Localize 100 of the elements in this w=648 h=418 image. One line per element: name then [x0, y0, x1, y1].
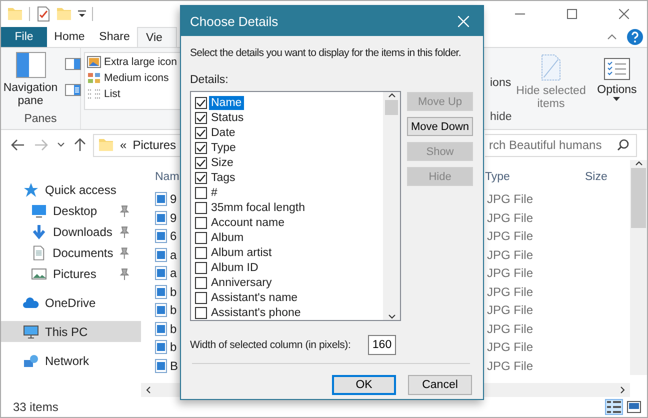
detail-option[interactable]: Type [209, 140, 238, 154]
layout-option[interactable]: Medium icons [87, 72, 181, 84]
view-button[interactable] [605, 399, 623, 415]
checkbox[interactable] [195, 292, 207, 304]
detail-option[interactable]: Album [209, 230, 246, 244]
width-input[interactable]: 160 [368, 335, 396, 355]
checkbox[interactable] [195, 306, 207, 318]
dialog-button[interactable]: Cancel [408, 375, 472, 395]
up-button[interactable] [74, 138, 86, 152]
breadcrumb[interactable]: Pictures [132, 138, 176, 152]
file-type: JPG File [486, 266, 534, 280]
instruction-text: Select the details you want to display for the items in this folder. [190, 47, 461, 59]
file-name[interactable]: a [155, 248, 181, 262]
checkbox[interactable] [195, 126, 207, 138]
ribbon-tab[interactable]: Vie [137, 27, 177, 47]
back-arrow-icon [11, 139, 25, 151]
scrollbar-thumb[interactable] [385, 100, 398, 115]
detail-option[interactable]: Account name [209, 216, 287, 230]
dropdown-caret-icon [613, 97, 620, 101]
help-icon[interactable] [627, 29, 643, 45]
dialog-button[interactable]: OK [332, 375, 396, 395]
navigation-item[interactable]: Network [1, 350, 141, 371]
maximize-icon [567, 9, 577, 19]
details-list[interactable]: Name Status Date Type Size Tags # 35mm focal length Account name Album Album artist Album ID Anniversary Assistant's name Assistant's phone [190, 91, 401, 321]
detail-option[interactable]: Album artist [209, 246, 274, 260]
checkbox[interactable] [195, 202, 207, 214]
dialog-button[interactable]: Move Down [407, 117, 473, 136]
detail-option[interactable]: Assistant's phone [209, 306, 303, 320]
page-icon [539, 54, 563, 81]
checkbox[interactable] [195, 246, 207, 258]
group-label: Panes [24, 113, 57, 125]
checkbox[interactable] [195, 172, 207, 184]
image-file-icon [155, 303, 167, 318]
dropdown-icon[interactable] [78, 10, 86, 18]
column-header[interactable]: Type [485, 167, 585, 183]
navigation-item[interactable]: Quick access [1, 179, 141, 200]
search-field[interactable]: rch Beautiful humans [485, 134, 637, 156]
options-icon [604, 58, 630, 80]
detail-option[interactable]: Name [209, 96, 244, 110]
details-label: Details: [190, 74, 230, 86]
ribbon-tab[interactable]: File [1, 27, 47, 47]
navigation-item[interactable]: Documents [1, 242, 141, 263]
ribbon-tab[interactable]: Home [47, 27, 92, 47]
detail-option[interactable]: Date [209, 126, 238, 140]
group-label: hide [489, 111, 513, 123]
file-name[interactable]: 9 [155, 210, 181, 225]
file-name[interactable]: b [155, 303, 181, 318]
ribbon-tab[interactable]: Share [92, 27, 137, 47]
checkbox[interactable] [195, 156, 207, 168]
detail-option[interactable]: Size [209, 156, 236, 170]
detail-option[interactable]: Anniversary [209, 276, 274, 290]
scrollbar-thumb[interactable] [631, 168, 646, 228]
file-name[interactable]: 9 [155, 192, 181, 206]
back-button[interactable] [11, 139, 25, 151]
checkbox[interactable] [195, 142, 207, 154]
checkbox[interactable] [195, 96, 207, 108]
file-name[interactable]: 6 [155, 229, 181, 244]
file-name[interactable]: a [155, 266, 181, 280]
preview-pane-icon[interactable] [64, 58, 80, 70]
file-name[interactable]: b [155, 322, 181, 336]
scrollbar[interactable] [383, 92, 400, 320]
navigation-item[interactable]: This PC [1, 321, 141, 342]
recent-locations-button[interactable] [57, 142, 65, 148]
collapse-caret-icon[interactable] [607, 34, 617, 40]
detail-option[interactable]: Tags [209, 170, 238, 184]
view-button[interactable] [625, 399, 643, 415]
scrollbar[interactable] [630, 160, 647, 375]
detail-option[interactable]: 35mm focal length [209, 200, 307, 214]
navigation-item[interactable]: Downloads [1, 221, 141, 242]
hide-selected-items-button[interactable]: Hide selected items [515, 54, 587, 111]
checkbox[interactable] [195, 276, 207, 288]
details-pane-icon[interactable] [64, 84, 80, 96]
scroll-down-icon [388, 314, 396, 320]
checkbox[interactable] [195, 112, 207, 124]
checkbox[interactable] [195, 232, 207, 244]
column-header[interactable]: Size [585, 167, 615, 183]
file-name[interactable]: b [155, 284, 181, 299]
file-name[interactable]: B [155, 358, 181, 373]
checklist-icon[interactable] [36, 6, 50, 22]
checkbox[interactable] [195, 216, 207, 228]
navigation-item[interactable]: OneDrive [1, 292, 141, 313]
detail-option[interactable]: # [209, 186, 220, 200]
layout-option[interactable]: List [87, 88, 181, 100]
option-label: ions [489, 76, 512, 90]
navigation-item[interactable]: Pictures [1, 263, 141, 284]
file-name[interactable]: b [155, 340, 181, 354]
options-button[interactable]: Options [597, 58, 637, 111]
breadcrumb-separator[interactable]: « [120, 138, 127, 152]
forward-arrow-icon [34, 139, 48, 151]
navigation-item[interactable]: Desktop [1, 200, 141, 221]
checkbox[interactable] [195, 186, 207, 198]
detail-option[interactable]: Status [209, 110, 246, 124]
layout-option[interactable]: Extra large icon [87, 56, 181, 68]
detail-option[interactable]: Album ID [209, 260, 260, 274]
close-icon [619, 9, 629, 19]
detail-option[interactable]: Assistant's name [209, 290, 300, 304]
checkbox[interactable] [195, 262, 207, 274]
scroll-up-icon [634, 160, 642, 166]
navigation-pane-button[interactable]: Navigation pane [1, 52, 60, 108]
picture-icon [87, 56, 101, 68]
